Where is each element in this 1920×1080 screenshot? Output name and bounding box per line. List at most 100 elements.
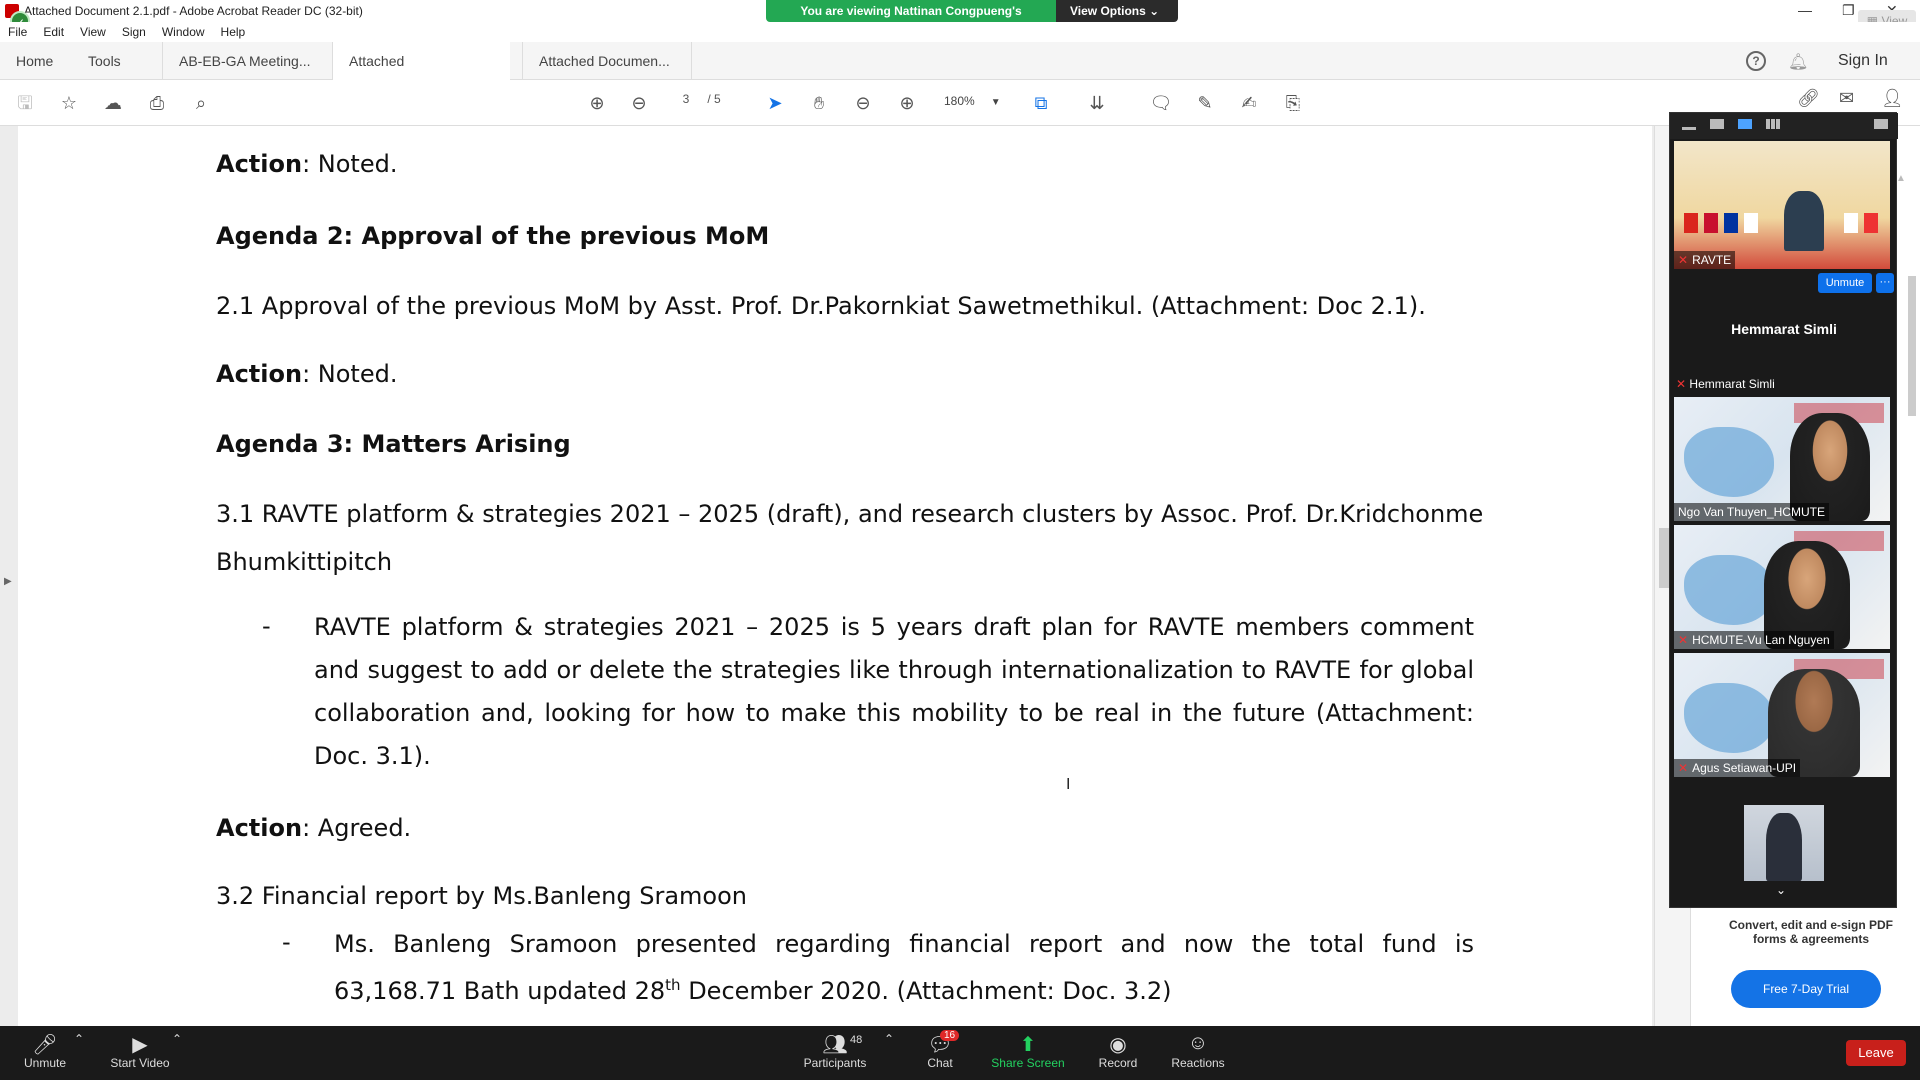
- tab-bar: Home Tools AB-EB-GA Meeting... Attached …: [0, 42, 1920, 107]
- print-icon[interactable]: ⎙: [144, 90, 170, 116]
- map-graphic: [1684, 427, 1774, 497]
- zoom-level-select[interactable]: 180% ▼: [944, 94, 1001, 108]
- video-tile-ravte[interactable]: ✕ RAVTE: [1674, 141, 1890, 269]
- start-video-button[interactable]: ▶︎ Start Video: [104, 1032, 176, 1070]
- menu-bar: File Edit View Sign Window Help: [0, 22, 1920, 42]
- share-link-icon[interactable]: 🔗︎: [1797, 88, 1820, 109]
- flag: [1724, 213, 1738, 233]
- action-value: : Noted.: [302, 360, 398, 388]
- menu-edit[interactable]: Edit: [43, 22, 64, 42]
- menu-window[interactable]: Window: [162, 22, 205, 42]
- muted-microphone-icon: 🎤︎: [32, 1034, 58, 1056]
- scroll-mode-icon[interactable]: ⇊: [1084, 90, 1110, 116]
- flag: [1864, 213, 1878, 233]
- email-icon[interactable]: ✉: [1839, 88, 1854, 109]
- title-bar: Attached Document 2.1.pdf - Adobe Acroba…: [0, 0, 1920, 32]
- stamp-icon[interactable]: ⎘: [1280, 90, 1306, 116]
- unmute-label: Unmute: [23, 1056, 67, 1070]
- comment-icon[interactable]: 🗨︎: [1148, 90, 1174, 116]
- help-icon[interactable]: ?: [1746, 51, 1766, 71]
- left-panel-expand-icon[interactable]: ▶: [4, 576, 12, 587]
- menu-file[interactable]: File: [8, 22, 27, 42]
- restore-icon[interactable]: ❐: [1842, 2, 1855, 19]
- participants-button[interactable]: 👥︎ 48 Participants: [800, 1032, 870, 1070]
- fund-amount-text: 63,168.71 Bath updated 28: [334, 977, 666, 1005]
- leave-meeting-button[interactable]: Leave: [1846, 1040, 1906, 1066]
- scrollbar-thumb[interactable]: [1908, 276, 1916, 416]
- superscript-th: th: [665, 976, 681, 994]
- zoom-in-icon[interactable]: ⊕: [894, 90, 920, 116]
- action-label: Action: [216, 814, 303, 842]
- tab-tools[interactable]: Tools: [88, 42, 121, 80]
- video-off-icon: ▶︎: [132, 1034, 148, 1056]
- share-banner: You are viewing Nattinan Congpueng's scr…: [766, 0, 1178, 32]
- tab-document-2[interactable]: Attached Documen...×: [332, 42, 510, 107]
- scrollbar-thumb[interactable]: [1659, 528, 1669, 588]
- gallery-scroll-up-icon[interactable]: ▲: [1896, 173, 1906, 184]
- video-tile-vu-lan-nguyen[interactable]: ✕ HCMUTE-Vu Lan Nguyen: [1674, 525, 1890, 649]
- document-viewport[interactable]: ▶ Action: Noted. Agenda 2: Approval of t…: [0, 126, 1690, 1026]
- window-title: Attached Document 2.1.pdf - Adobe Acroba…: [24, 4, 363, 18]
- text-cursor-icon: I: [1066, 776, 1071, 793]
- hand-tool-icon[interactable]: ✋︎: [806, 90, 832, 116]
- flag: [1844, 213, 1858, 233]
- previous-page-icon[interactable]: ⊕: [584, 90, 610, 116]
- unmute-participant-button[interactable]: Unmute: [1818, 273, 1872, 293]
- menu-view[interactable]: View: [80, 22, 106, 42]
- share-screen-label: Share Screen: [991, 1056, 1065, 1070]
- hide-video-icon[interactable]: [1710, 119, 1724, 129]
- tile-label: Ngo Van Thuyen_HCMUTE: [1674, 503, 1829, 521]
- minimize-icon[interactable]: —: [1798, 2, 1812, 18]
- minimize-gallery-icon[interactable]: [1682, 127, 1696, 130]
- menu-sign[interactable]: Sign: [122, 22, 146, 42]
- record-button[interactable]: ◉ Record: [1096, 1032, 1140, 1070]
- participants-options-chevron-icon[interactable]: ⌃: [884, 1032, 894, 1046]
- tab-document-3[interactable]: Attached Documen...: [522, 42, 692, 80]
- tile-label: ✕ Agus Setiawan-UPI: [1674, 759, 1801, 777]
- draw-sign-icon[interactable]: ✍︎: [1236, 90, 1262, 116]
- chat-button[interactable]: 💬︎ 16 Chat: [920, 1030, 960, 1070]
- audio-options-chevron-icon[interactable]: ⌃: [74, 1032, 84, 1046]
- active-speaker-name: Hemmarat Simli: [1731, 321, 1837, 337]
- video-tile-ngo-van-thuyen[interactable]: Ngo Van Thuyen_HCMUTE: [1674, 397, 1890, 521]
- highlight-pen-icon[interactable]: ✎: [1192, 90, 1218, 116]
- video-options-chevron-icon[interactable]: ⌃: [172, 1032, 182, 1046]
- action-label: Action: [216, 150, 303, 178]
- acrobat-toolbar: 🖫︎ ☆ ☁︎ ⎙ ⌕ ⊕ ⊖ 3 / 5 ➤ ✋︎ ⊖ ⊕ 180% ▼ ⧉ ⇊…: [0, 80, 1920, 126]
- right-pane-scrollbar[interactable]: [1905, 196, 1920, 1016]
- more-options-button[interactable]: ···: [1876, 273, 1894, 293]
- paragraph-3-2-line1: Ms. Banleng Sramoon presented regarding …: [334, 930, 1474, 958]
- select-cursor-icon[interactable]: ➤: [762, 90, 788, 116]
- flag: [1684, 213, 1698, 233]
- chat-unread-badge: 16: [940, 1030, 960, 1041]
- share-screen-button[interactable]: ⬆︎ Share Screen: [990, 1032, 1066, 1070]
- speaker-view-icon[interactable]: [1738, 119, 1752, 129]
- zoom-meeting-controls: 🎤︎ Unmute ⌃ ▶︎ Start Video ⌃ 👥︎ 48 Parti…: [0, 1026, 1920, 1080]
- page-number-input[interactable]: 3: [668, 92, 704, 107]
- save-icon[interactable]: 🖫︎: [12, 90, 38, 116]
- action-value: : Agreed.: [302, 814, 412, 842]
- sign-in-button[interactable]: Sign In: [1838, 42, 1888, 80]
- gallery-toolbar: [1670, 113, 1898, 139]
- gallery-view-icon[interactable]: [1766, 119, 1780, 129]
- add-user-icon[interactable]: 👤︎: [1881, 88, 1904, 109]
- free-trial-button[interactable]: Free 7-Day Trial: [1731, 970, 1881, 1008]
- participant-profile-picture: [1744, 805, 1824, 881]
- bell-icon[interactable]: 🔔︎: [1788, 52, 1808, 72]
- exit-fullscreen-icon[interactable]: [1874, 119, 1888, 129]
- bookmark-star-icon[interactable]: ☆: [56, 90, 82, 116]
- chevron-down-icon[interactable]: ⌄: [1776, 883, 1786, 897]
- menu-help[interactable]: Help: [221, 22, 246, 42]
- view-options-button[interactable]: View Options ⌄: [1056, 0, 1178, 22]
- upload-cloud-icon[interactable]: ☁︎: [100, 90, 126, 116]
- video-tile-agus-setiawan[interactable]: ✕ Agus Setiawan-UPI: [1674, 653, 1890, 777]
- reactions-button[interactable]: ☺︎ Reactions: [1170, 1032, 1226, 1070]
- fit-page-icon[interactable]: ⧉: [1028, 90, 1054, 116]
- pdf-page: Action: Noted. Agenda 2: Approval of the…: [18, 126, 1652, 1026]
- tab-document-1[interactable]: AB-EB-GA Meeting...: [162, 42, 332, 80]
- find-zoom-icon[interactable]: ⌕: [188, 90, 214, 116]
- tab-home[interactable]: Home: [16, 42, 53, 80]
- next-page-icon[interactable]: ⊖: [626, 90, 652, 116]
- zoom-out-icon[interactable]: ⊖: [850, 90, 876, 116]
- unmute-button[interactable]: 🎤︎ Unmute: [20, 1032, 70, 1070]
